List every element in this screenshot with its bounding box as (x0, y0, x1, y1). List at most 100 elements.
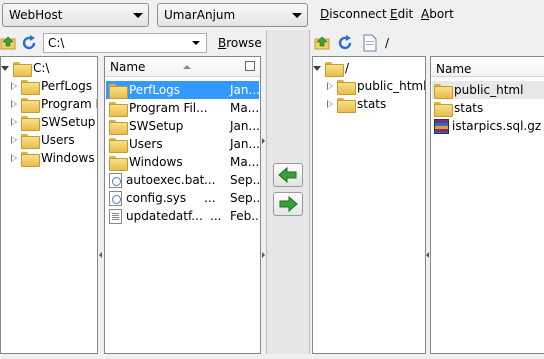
splitter-arrow-icon (262, 138, 265, 144)
local-name-column-header[interactable]: Name (105, 57, 260, 77)
upload-button[interactable] (273, 192, 303, 216)
tree-item-stats[interactable]: stats (327, 95, 386, 113)
tree-item-label: C:\ (33, 61, 50, 75)
local-refresh-button[interactable] (20, 34, 38, 52)
file-name: stats (454, 101, 484, 115)
folder-icon (21, 151, 40, 167)
remote-tree-pane[interactable]: / public_htmlstats (312, 56, 426, 354)
table-row[interactable]: autoexec.bat...Sep... (106, 171, 259, 189)
remote-refresh-button[interactable] (336, 34, 354, 52)
table-row[interactable]: public_html (432, 81, 544, 99)
folder-up-icon (0, 36, 16, 50)
expand-icon[interactable] (11, 81, 18, 91)
tree-item-label: Program Fi (41, 97, 97, 111)
chevron-down-icon (292, 13, 302, 18)
folder-open-icon (325, 61, 344, 77)
local-tree-pane[interactable]: C:\ PerfLogs Program Fi SWSetup Users Window… (0, 56, 98, 354)
text-file-icon (109, 208, 122, 224)
table-row[interactable]: updatedatf...... Feb... (106, 207, 259, 225)
local-file-list[interactable]: Name PerfLogs Jan... Program Fil... Ma... SW… (104, 56, 261, 354)
local-up-folder-button[interactable] (0, 34, 18, 52)
remote-new-file-button[interactable] (361, 34, 379, 52)
site-combo-value: WebHost (9, 8, 63, 22)
remote-file-list[interactable]: Name public_htmlstats istarpics.sql.gz (430, 56, 544, 354)
column-chooser-icon[interactable] (245, 61, 255, 71)
tree-item-label: public_html (357, 79, 426, 93)
file-name: updatedatf... (126, 209, 203, 223)
arrow-left-icon (278, 166, 297, 184)
folder-icon (337, 79, 356, 95)
tree-item-label: Users (41, 133, 75, 147)
tree-item-root[interactable]: C:\ (1, 59, 49, 77)
remote-path[interactable]: / (385, 36, 389, 50)
remote-name-column-header[interactable]: Name (431, 57, 544, 77)
file-name: PerfLogs (129, 83, 181, 97)
table-row[interactable]: stats (432, 99, 544, 117)
file-date: Ma... (230, 155, 259, 169)
tree-item-label: stats (357, 97, 387, 111)
table-row[interactable]: SWSetup Jan... (106, 117, 259, 135)
transfer-panel (266, 30, 310, 354)
expand-icon[interactable] (327, 81, 334, 91)
tree-item-program-fi[interactable]: Program Fi (11, 95, 97, 113)
tree-item-public-html[interactable]: public_html (327, 77, 426, 95)
table-row[interactable]: Users Jan... (106, 135, 259, 153)
table-row[interactable]: config.sys...Sep... (106, 189, 259, 207)
expand-icon[interactable] (327, 99, 334, 109)
file-name: Windows (129, 155, 183, 169)
row-marker: ... (204, 173, 216, 187)
refresh-icon (22, 35, 36, 50)
expand-icon[interactable] (11, 153, 18, 163)
expand-icon[interactable] (11, 117, 18, 127)
table-row[interactable]: Program Fil... Ma... (106, 99, 259, 117)
menu-disconnect-label: Disconnect (320, 7, 387, 21)
file-date: Sep... (230, 173, 259, 187)
menu-abort[interactable]: Abort (421, 7, 454, 21)
collapse-icon (313, 65, 321, 71)
local-path-value: C:\ (48, 36, 65, 50)
folder-icon (109, 155, 128, 171)
menu-edit[interactable]: Edit (390, 7, 413, 21)
table-row[interactable]: istarpics.sql.gz (432, 117, 544, 135)
new-file-icon (363, 34, 377, 52)
collapse-icon (1, 65, 9, 71)
file-date: Ma... (230, 101, 259, 115)
folder-icon (21, 115, 40, 131)
row-marker: ... (210, 209, 222, 223)
local-browse-button[interactable]: Browse (218, 36, 262, 50)
user-combo[interactable]: UmarAnjum (157, 3, 308, 27)
folder-icon (434, 101, 453, 117)
tree-item-root[interactable]: / (313, 59, 349, 77)
remote-up-folder-button[interactable] (314, 34, 332, 52)
download-button[interactable] (273, 163, 303, 187)
menu-disconnect[interactable]: Disconnect (320, 7, 387, 21)
file-name: public_html (454, 83, 524, 97)
system-file-icon (109, 172, 122, 188)
expand-icon[interactable] (11, 99, 18, 109)
user-combo-value: UmarAnjum (164, 8, 236, 22)
folder-up-icon (314, 36, 330, 50)
folder-icon (109, 119, 128, 135)
tree-item-users[interactable]: Users (11, 131, 75, 149)
splitter-arrow-icon (99, 252, 102, 258)
table-row[interactable]: PerfLogs Jan... (106, 81, 259, 99)
file-date: Jan... (230, 137, 259, 151)
folder-open-icon (13, 61, 32, 77)
folder-icon (109, 101, 128, 117)
folder-icon (109, 83, 128, 99)
tree-item-swsetup[interactable]: SWSetup (11, 113, 95, 131)
table-row[interactable]: Windows Ma... (106, 153, 259, 171)
file-date: Sep... (230, 191, 259, 205)
file-name: SWSetup (129, 119, 184, 133)
folder-icon (21, 133, 40, 149)
tree-item-perflogs[interactable]: PerfLogs (11, 77, 92, 95)
site-combo[interactable]: WebHost (2, 3, 149, 27)
tree-item-windows[interactable]: Windows (11, 149, 95, 167)
chevron-down-icon (192, 41, 200, 45)
splitter-arrow-icon (426, 252, 429, 258)
tree-item-label: SWSetup (41, 115, 96, 129)
splitter-arrow-icon (262, 252, 265, 258)
local-path-input[interactable]: C:\ (43, 33, 207, 53)
expand-icon[interactable] (11, 135, 18, 145)
ftp-client-window: WebHost UmarAnjum Disconnect Edit Abort … (0, 0, 544, 359)
